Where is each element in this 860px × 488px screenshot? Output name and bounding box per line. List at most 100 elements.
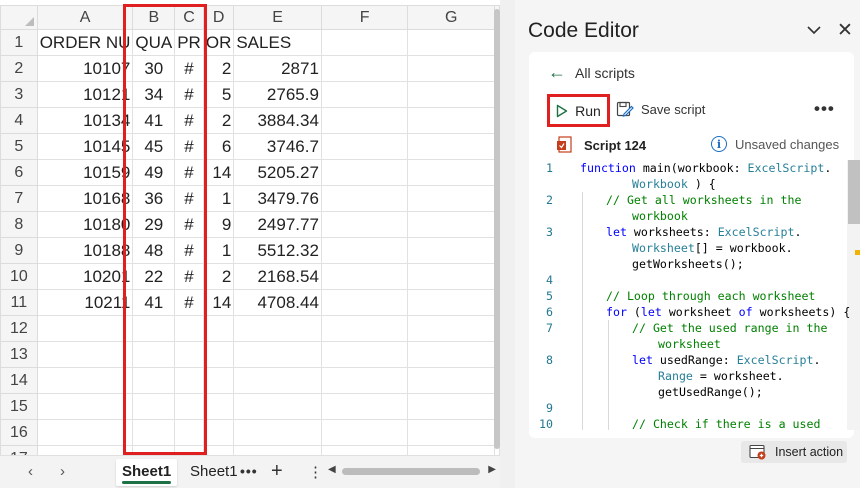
- cell[interactable]: 48: [132, 237, 176, 264]
- cell[interactable]: [320, 263, 409, 290]
- cell[interactable]: 49: [132, 159, 176, 186]
- cell[interactable]: [36, 315, 134, 342]
- cell[interactable]: ORDER NU: [36, 29, 134, 56]
- cell[interactable]: [407, 393, 495, 420]
- cell[interactable]: 41: [132, 289, 176, 316]
- cell[interactable]: [320, 211, 409, 238]
- cell[interactable]: [233, 393, 322, 420]
- cell[interactable]: 30: [132, 55, 176, 82]
- row-header[interactable]: 2: [0, 55, 38, 82]
- cell[interactable]: [36, 419, 134, 446]
- cell[interactable]: [202, 367, 235, 394]
- cell[interactable]: 10134: [36, 107, 134, 134]
- cell[interactable]: [320, 55, 409, 82]
- cell[interactable]: [407, 211, 495, 238]
- cell[interactable]: [132, 367, 176, 394]
- cell[interactable]: [132, 315, 176, 342]
- cell[interactable]: [320, 29, 409, 56]
- cell[interactable]: [132, 393, 176, 420]
- cell[interactable]: [202, 393, 235, 420]
- cell[interactable]: [233, 315, 322, 342]
- cell[interactable]: #: [174, 185, 204, 212]
- row-header[interactable]: 8: [0, 211, 38, 238]
- save-script-button[interactable]: Save script: [616, 100, 705, 118]
- cell[interactable]: [407, 81, 495, 108]
- cell[interactable]: 9: [202, 211, 235, 238]
- row-header[interactable]: 5: [0, 133, 38, 160]
- spreadsheet-grid[interactable]: ABCDEFG 1 ORDER NU QUA PR OR SALES 2 10107 30 #2 2…: [0, 0, 500, 455]
- cell[interactable]: 2871: [233, 55, 322, 82]
- cell[interactable]: 10168: [36, 185, 134, 212]
- cell[interactable]: 2168.54: [233, 263, 322, 290]
- row-header[interactable]: 14: [0, 367, 38, 394]
- cell[interactable]: #: [174, 211, 204, 238]
- cell[interactable]: #: [174, 263, 204, 290]
- column-header[interactable]: F: [320, 5, 409, 30]
- cell[interactable]: [407, 185, 495, 212]
- cell[interactable]: 5512.32: [233, 237, 322, 264]
- row-header[interactable]: 4: [0, 107, 38, 134]
- cell[interactable]: [202, 315, 235, 342]
- cell[interactable]: [132, 445, 176, 455]
- cell[interactable]: 2765.9: [233, 81, 322, 108]
- cell[interactable]: [320, 315, 409, 342]
- cell[interactable]: [320, 237, 409, 264]
- cell[interactable]: 10211: [36, 289, 134, 316]
- column-header[interactable]: A: [36, 5, 134, 30]
- cell[interactable]: [407, 315, 495, 342]
- column-header[interactable]: E: [233, 5, 322, 30]
- cell[interactable]: 10121: [36, 81, 134, 108]
- row-header[interactable]: 11: [0, 289, 38, 316]
- cell[interactable]: 36: [132, 185, 176, 212]
- cell[interactable]: [320, 185, 409, 212]
- cell[interactable]: 41: [132, 107, 176, 134]
- cell[interactable]: [407, 341, 495, 368]
- more-options-icon[interactable]: •••: [814, 99, 835, 119]
- cell[interactable]: [174, 315, 204, 342]
- sheet-tab[interactable]: Sheet1: [184, 459, 244, 486]
- cell[interactable]: [320, 367, 409, 394]
- cell[interactable]: [202, 341, 235, 368]
- cell[interactable]: 10159: [36, 159, 134, 186]
- cell[interactable]: 10180: [36, 211, 134, 238]
- cell[interactable]: [407, 29, 495, 56]
- sheet-options-icon[interactable]: ⋮: [308, 463, 323, 481]
- cell[interactable]: 29: [132, 211, 176, 238]
- cell[interactable]: [407, 159, 495, 186]
- cell[interactable]: 1: [202, 237, 235, 264]
- cell[interactable]: OR: [202, 29, 235, 56]
- cell[interactable]: [320, 289, 409, 316]
- cell[interactable]: [174, 367, 204, 394]
- cell[interactable]: [320, 341, 409, 368]
- cell[interactable]: [36, 393, 134, 420]
- row-header[interactable]: 6: [0, 159, 38, 186]
- cell[interactable]: [407, 289, 495, 316]
- cell[interactable]: 45: [132, 133, 176, 160]
- cell[interactable]: 3479.76: [233, 185, 322, 212]
- cell[interactable]: 14: [202, 289, 235, 316]
- cell[interactable]: [174, 445, 204, 455]
- cell[interactable]: PR: [174, 29, 204, 56]
- row-header[interactable]: 3: [0, 81, 38, 108]
- row-header[interactable]: 1: [0, 29, 38, 56]
- all-scripts-link[interactable]: ← All scripts: [548, 62, 635, 83]
- cell[interactable]: [36, 367, 134, 394]
- cell[interactable]: [407, 445, 495, 455]
- cell[interactable]: [407, 263, 495, 290]
- cell[interactable]: 10188: [36, 237, 134, 264]
- cell[interactable]: 5205.27: [233, 159, 322, 186]
- cell[interactable]: [233, 419, 322, 446]
- scroll-right-icon[interactable]: ▶: [488, 464, 496, 475]
- cell[interactable]: 4708.44: [233, 289, 322, 316]
- cell[interactable]: 10145: [36, 133, 134, 160]
- cell[interactable]: [320, 133, 409, 160]
- column-header[interactable]: D: [202, 5, 235, 30]
- next-sheet-chevron-icon[interactable]: ›: [60, 463, 65, 480]
- insert-action-button[interactable]: Insert action: [741, 441, 847, 463]
- scrollbar-thumb[interactable]: [342, 468, 480, 475]
- pane-divider[interactable]: [500, 0, 515, 488]
- cell[interactable]: [132, 341, 176, 368]
- cell-grid[interactable]: ABCDEFG 1 ORDER NU QUA PR OR SALES 2 10107 30 #2 2…: [0, 5, 500, 455]
- cell[interactable]: [320, 81, 409, 108]
- cell[interactable]: [407, 419, 495, 446]
